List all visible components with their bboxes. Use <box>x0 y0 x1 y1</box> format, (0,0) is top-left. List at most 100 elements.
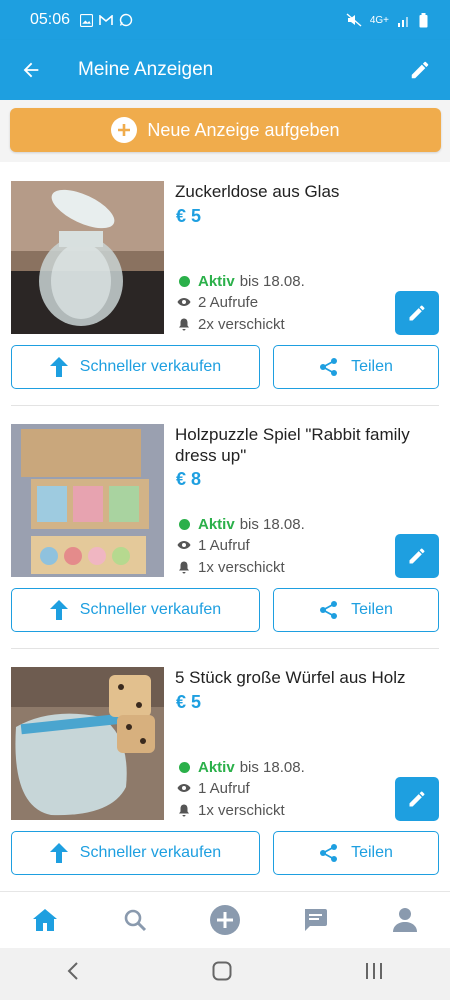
edit-listing-button[interactable] <box>395 534 439 578</box>
eye-icon <box>177 784 191 792</box>
nav-home[interactable] <box>15 892 75 949</box>
listing-price: € 5 <box>176 206 202 226</box>
system-home-icon[interactable] <box>212 961 232 987</box>
share-button[interactable]: Teilen <box>273 588 439 632</box>
sent-count: 1x verschickt <box>198 558 285 576</box>
divider <box>11 648 439 649</box>
battery-icon <box>419 12 428 27</box>
arrow-up-icon <box>49 357 68 377</box>
pencil-icon <box>409 791 425 807</box>
status-label: Aktiv <box>198 272 235 290</box>
profile-icon <box>393 908 417 932</box>
status-label: Aktiv <box>198 515 235 533</box>
arrow-up-icon <box>49 843 68 863</box>
new-ad-bar: Neue Anzeige aufgeben <box>0 100 450 162</box>
listing-sent: 1x verschickt <box>176 800 285 820</box>
arrow-up-icon <box>49 600 68 620</box>
sent-count: 1x verschickt <box>198 801 285 819</box>
status-bar: 05:06 4G+ <box>0 0 450 40</box>
new-ad-button[interactable]: Neue Anzeige aufgeben <box>10 108 441 152</box>
status-dot-icon <box>178 275 190 287</box>
listing-image[interactable] <box>11 181 164 334</box>
home-icon <box>33 909 57 931</box>
edit-listing-button[interactable] <box>395 291 439 335</box>
nav-search[interactable] <box>105 892 165 949</box>
mute-icon <box>346 13 362 27</box>
eye-icon <box>177 541 191 549</box>
listing-status: Aktiv bis 18.08. <box>176 514 305 534</box>
share-icon <box>320 358 338 376</box>
page-title: Meine Anzeigen <box>78 59 214 80</box>
arrow-left-icon <box>23 62 39 78</box>
system-recents-icon[interactable] <box>365 962 383 986</box>
listing-card: 5 Stück große Würfel aus Holz € 5 Aktiv … <box>0 667 450 909</box>
listing-price: € 5 <box>176 692 202 712</box>
edit-listing-button[interactable] <box>395 777 439 821</box>
listing-title[interactable]: Holzpuzzle Spiel "Rabbit family dress up… <box>175 424 440 466</box>
signal-icon <box>398 16 408 27</box>
listing-price: € 8 <box>176 469 202 489</box>
listing-sent: 2x verschickt <box>176 314 285 334</box>
share-label: Teilen <box>351 358 393 375</box>
sent-count: 2x verschickt <box>198 315 285 333</box>
new-ad-label: Neue Anzeige aufgeben <box>147 119 340 140</box>
bell-icon <box>179 561 189 573</box>
pencil-icon <box>409 305 425 321</box>
gallery-icon <box>80 13 94 27</box>
boost-button[interactable]: Schneller verkaufen <box>11 831 260 875</box>
listing-title[interactable]: 5 Stück große Würfel aus Holz <box>175 667 440 688</box>
nav-add[interactable] <box>195 892 255 949</box>
listing-card: Holzpuzzle Spiel "Rabbit family dress up… <box>0 424 450 666</box>
listing-views: 1 Aufruf <box>176 535 250 555</box>
listing-title[interactable]: Zuckerldose aus Glas <box>175 181 440 202</box>
network-label: 4G+ <box>369 14 389 26</box>
bottom-nav <box>0 891 450 948</box>
listing-sent: 1x verschickt <box>176 557 285 577</box>
status-until: bis 18.08. <box>239 758 305 776</box>
share-icon <box>320 601 338 619</box>
share-icon <box>320 844 338 862</box>
status-dot-icon <box>178 761 190 773</box>
messages-icon <box>305 909 327 931</box>
boost-label: Schneller verkaufen <box>79 601 222 618</box>
status-time: 05:06 <box>30 11 71 28</box>
nav-messages[interactable] <box>285 892 345 949</box>
boost-label: Schneller verkaufen <box>79 844 222 861</box>
divider <box>11 405 439 406</box>
plus-icon <box>111 117 138 143</box>
pencil-icon <box>411 61 429 79</box>
edit-button[interactable] <box>390 40 450 100</box>
status-until: bis 18.08. <box>239 272 305 290</box>
status-label: Aktiv <box>198 758 235 776</box>
bell-icon <box>179 318 189 330</box>
app-bar: Meine Anzeigen <box>0 40 450 100</box>
share-label: Teilen <box>351 601 393 618</box>
search-icon <box>124 909 147 932</box>
views-count: 2 Aufrufe <box>198 293 259 311</box>
listing-card: Zuckerldose aus Glas € 5 Aktiv bis 18.08… <box>0 181 450 423</box>
gmail-icon <box>99 14 113 25</box>
bell-icon <box>179 804 189 816</box>
back-button[interactable] <box>0 40 62 100</box>
status-dot-icon <box>178 518 190 530</box>
listing-status: Aktiv bis 18.08. <box>176 757 305 777</box>
listing-views: 2 Aufrufe <box>176 292 258 312</box>
listing-image[interactable] <box>11 667 164 820</box>
views-count: 1 Aufruf <box>198 536 250 554</box>
status-until: bis 18.08. <box>239 515 305 533</box>
boost-button[interactable]: Schneller verkaufen <box>11 345 260 389</box>
system-nav-bar <box>0 948 450 1000</box>
views-count: 1 Aufruf <box>198 779 250 797</box>
system-back-icon[interactable] <box>67 962 79 986</box>
pencil-icon <box>409 548 425 564</box>
boost-label: Schneller verkaufen <box>79 358 222 375</box>
share-button[interactable]: Teilen <box>273 831 439 875</box>
share-label: Teilen <box>351 844 393 861</box>
add-icon <box>210 905 240 935</box>
listing-image[interactable] <box>11 424 164 577</box>
nav-profile[interactable] <box>375 892 435 949</box>
share-button[interactable]: Teilen <box>273 345 439 389</box>
listing-status: Aktiv bis 18.08. <box>176 271 305 291</box>
listing-views: 1 Aufruf <box>176 778 250 798</box>
boost-button[interactable]: Schneller verkaufen <box>11 588 260 632</box>
